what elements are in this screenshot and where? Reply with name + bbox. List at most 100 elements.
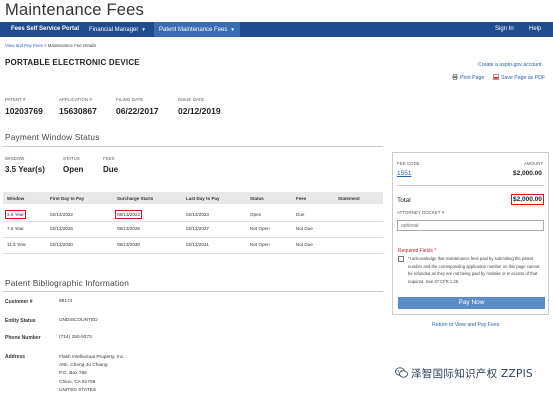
breadcrumb: View and Pay Fees > Maintenance Fee Deta…	[5, 43, 96, 48]
col-first-day: First Day to Pay	[50, 196, 85, 201]
cell-first-day: 02/12/2030	[50, 242, 73, 247]
bibliographic-title: Patent Bibliographic Information	[5, 278, 130, 288]
table-row: 3.5 Year 02/12/2022 08/13/2022 02/13/202…	[3, 208, 383, 222]
patent-number-label: PATENT #	[5, 97, 26, 102]
table-header: Window First Day to Pay Surcharge Starts…	[3, 192, 383, 204]
window-value: 3.5 Year(s)	[5, 165, 45, 174]
cell-first-day: 02/12/2022	[50, 212, 73, 217]
cell-status: Not Open	[250, 226, 270, 231]
cell-status: Open	[250, 212, 262, 217]
print-page-label: Print Page	[460, 75, 485, 81]
address-line: Attn. Cheng-Ju Chiang	[59, 363, 108, 369]
address-line: Flash Intellectual Property, Inc.	[59, 355, 125, 360]
table-row: 7.5 Year 02/12/2026 08/13/2026 02/12/202…	[3, 222, 383, 238]
issue-date-value: 02/12/2019	[178, 106, 221, 116]
cell-fees: Not Due	[296, 242, 313, 247]
payment-window-table: Window First Day to Pay Surcharge Starts…	[3, 192, 383, 254]
watermark-text: 泽智国际知识产权 ZZPIS	[411, 368, 534, 380]
filing-date-value: 06/22/2017	[116, 106, 159, 116]
nav-financial-manager-label: Financial Manager	[89, 27, 139, 33]
save-pdf-label: Save Page as PDF	[501, 75, 546, 81]
breadcrumb-view-and-pay-fees[interactable]: View and Pay Fees	[5, 43, 43, 48]
cell-last-day: 02/13/2023	[186, 212, 209, 217]
breadcrumb-separator: >	[43, 43, 47, 48]
panel-divider	[397, 185, 544, 186]
status-label: STATUS	[63, 156, 80, 161]
required-fields-label: Required Fields *	[398, 248, 437, 254]
pay-now-button[interactable]: Pay Now	[398, 297, 545, 309]
page-title: Maintenance Fees	[5, 1, 144, 19]
col-fees: Fees	[296, 196, 307, 201]
cell-window: 3.5 Year	[5, 210, 26, 219]
save-pdf-link[interactable]: Save Page as PDF	[493, 74, 545, 81]
cell-last-day: 02/12/2027	[186, 226, 209, 231]
nav-help[interactable]: Help	[524, 22, 546, 37]
phone-value: (714) 350-9373	[59, 335, 92, 340]
cell-window: 7.5 Year	[7, 226, 24, 231]
address-line: P.O. Box 766	[59, 371, 87, 377]
cell-status: Not Open	[250, 242, 270, 247]
attorney-docket-input[interactable]	[397, 220, 544, 231]
col-last-day: Last Day to Pay	[186, 196, 220, 201]
customer-value: 88174	[59, 299, 73, 304]
cell-last-day: 02/12/2031	[186, 242, 209, 247]
cell-surcharge-starts: 08/13/2030	[117, 242, 140, 247]
table-row: 11.5 Year 02/12/2030 08/13/2030 02/12/20…	[3, 238, 383, 254]
col-window: Window	[7, 196, 25, 201]
wechat-icon	[395, 367, 408, 378]
breadcrumb-current: Maintenance Fee Details	[47, 43, 97, 48]
amount-label: AMOUNT	[524, 161, 544, 166]
entity-status-label: Entity Status	[5, 318, 36, 324]
address-line: UNITED STATES	[59, 387, 97, 393]
filing-date-label: FILING DATE	[116, 97, 144, 102]
application-number-label: APPLICATION #	[59, 97, 92, 102]
caret-down-icon: ▼	[141, 27, 146, 32]
acknowledge-checkbox[interactable]	[398, 256, 404, 262]
customer-label: Customer #	[5, 299, 33, 305]
fee-code-link[interactable]: 1551	[397, 170, 411, 177]
fee-amount: $2,000.00	[513, 170, 542, 177]
payment-window-title: Payment Window Status	[5, 132, 100, 142]
attorney-docket-label: ATTORNEY DOCKET #	[397, 210, 445, 215]
nav-brand[interactable]: Fees Self Service Portal	[6, 22, 84, 37]
top-navbar: Fees Self Service Portal Financial Manag…	[0, 22, 553, 37]
cell-first-day: 02/12/2026	[50, 226, 73, 231]
nav-patent-maintenance-fees[interactable]: Patent Maintenance Fees ▼	[154, 22, 240, 37]
cell-fees: Due	[296, 212, 305, 217]
cell-window: 11.5 Year	[7, 242, 27, 247]
total-value: $2,000.00	[511, 194, 544, 205]
fees-label: FEES	[103, 156, 115, 161]
acknowledge-text: *I acknowledge that maintenance fees pai…	[408, 256, 540, 284]
phone-label: Phone Number	[5, 335, 41, 341]
caret-down-icon: ▼	[230, 27, 235, 32]
patent-number-value: 10203769	[5, 106, 43, 116]
fee-code-label: FEE CODE	[397, 161, 420, 166]
nav-sign-in[interactable]: Sign In	[490, 22, 519, 37]
address-line: Chino, CA 91708	[59, 379, 96, 385]
print-page-link[interactable]: Print Page	[452, 74, 484, 81]
total-label: Total	[397, 197, 411, 204]
watermark: 泽智国际知识产权 ZZPIS	[395, 366, 533, 381]
address-label: Address	[5, 354, 26, 360]
application-number-value: 15630867	[59, 106, 97, 116]
status-value: Open	[63, 165, 84, 174]
fees-value: Due	[103, 165, 119, 174]
pdf-icon	[493, 74, 499, 80]
nav-financial-manager[interactable]: Financial Manager ▼	[84, 22, 151, 37]
section-divider	[3, 291, 383, 292]
create-account-link[interactable]: Create a uspto.gov account.	[478, 62, 543, 68]
return-to-view-link[interactable]: Return to View and Pay Fees	[432, 322, 499, 328]
printer-icon	[452, 74, 458, 80]
section-divider	[3, 146, 383, 147]
issue-date-label: ISSUE DATE	[178, 97, 205, 102]
address-block: Flash Intellectual Property, Inc. Attn. …	[59, 354, 125, 395]
cell-surcharge-starts: 08/13/2026	[117, 226, 140, 231]
col-surcharge-starts: Surcharge Starts	[117, 196, 154, 201]
window-label: WINDOW	[5, 156, 25, 161]
invention-title: PORTABLE ELECTRONIC DEVICE	[5, 58, 140, 67]
entity-status-value: UNDISCOUNTED	[59, 318, 98, 323]
col-status: Status	[250, 196, 264, 201]
nav-patent-maintenance-fees-label: Patent Maintenance Fees	[159, 27, 228, 33]
cell-surcharge-starts: 08/13/2022	[115, 210, 142, 219]
col-statement: Statement	[338, 196, 360, 201]
